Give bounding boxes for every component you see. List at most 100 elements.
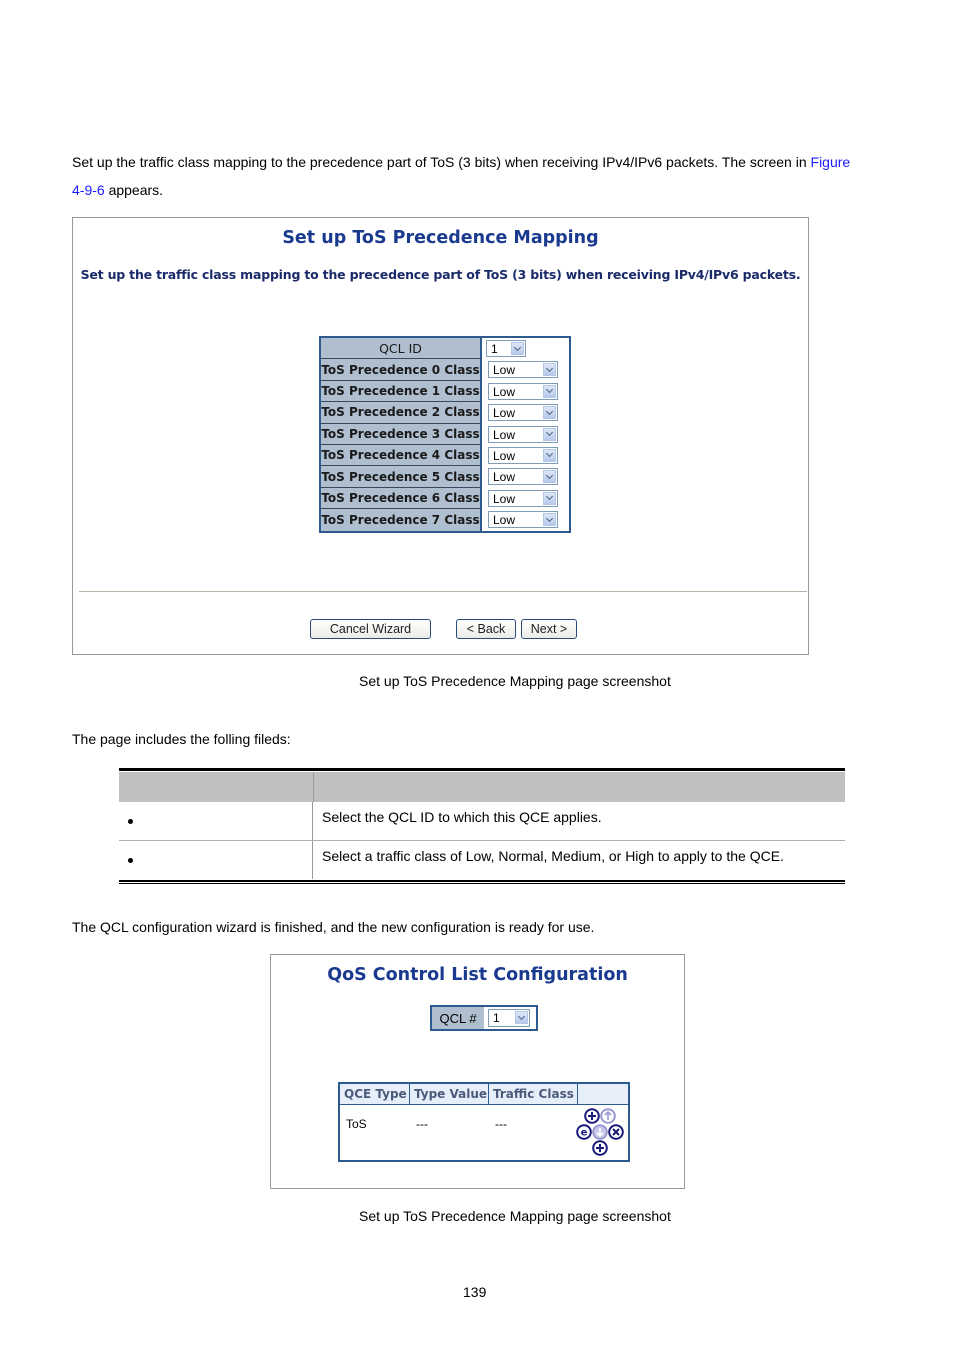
qcl-page-title: QoS Control List Configuration <box>327 965 628 985</box>
qcl-number-value: 1 <box>493 1011 500 1025</box>
class-value: Low <box>493 363 516 378</box>
add-icon[interactable] <box>592 1140 608 1156</box>
tos-class-label: ToS Precedence 2 Class <box>321 402 482 424</box>
class-value: Low <box>493 384 516 399</box>
qcl-id-row: QCL ID 1 <box>321 338 569 360</box>
intro-text-after: appears. <box>104 182 164 198</box>
table-row: Select a traffic class of Low, Normal, M… <box>119 841 845 879</box>
tos-mapping-table: QCL ID 1 ToS Precedence 0 Class Low ToS … <box>319 336 571 533</box>
col-qce-type: QCE Type <box>340 1084 410 1104</box>
traffic-class-cell: --- <box>495 1117 507 1131</box>
qce-type-cell: ToS <box>346 1117 367 1131</box>
chevron-down-icon <box>543 384 556 398</box>
col-type-value: Type Value <box>410 1084 489 1104</box>
table-bottom-rule <box>119 883 845 884</box>
chevron-down-icon <box>543 513 556 527</box>
class-value: Low <box>493 470 516 485</box>
header-object <box>119 772 314 802</box>
tos-0-class-select[interactable]: Low <box>488 361 558 379</box>
qce-table: QCE Type Type Value Traffic Class ToS --… <box>338 1082 630 1162</box>
qcl-number-selector: QCL # 1 <box>430 1005 538 1031</box>
tos-class-label: ToS Precedence 0 Class <box>321 359 482 381</box>
tos-2-class-select[interactable]: Low <box>488 404 558 422</box>
table-row: ToS --- --- e <box>340 1105 628 1159</box>
tos-class-row: ToS Precedence 6 Class Low <box>321 487 569 510</box>
class-value: Low <box>493 427 516 442</box>
chevron-down-icon <box>543 448 556 462</box>
col-traffic-class: Traffic Class <box>489 1084 578 1104</box>
row-description: Select a traffic class of Low, Normal, M… <box>322 848 784 864</box>
tos-3-class-select[interactable]: Low <box>488 425 558 443</box>
tos-class-row: ToS Precedence 4 Class Low <box>321 444 569 467</box>
cancel-wizard-button[interactable]: Cancel Wizard <box>310 619 431 639</box>
tos-class-label: ToS Precedence 5 Class <box>321 466 482 488</box>
page-title: Set up ToS Precedence Mapping <box>282 228 599 248</box>
next-button[interactable]: Next > <box>521 619 577 639</box>
chevron-down-icon <box>543 470 556 484</box>
delete-icon[interactable] <box>608 1124 624 1140</box>
table-row: Select the QCL ID to which this QCE appl… <box>119 802 845 841</box>
tos-class-label: ToS Precedence 3 Class <box>321 423 482 445</box>
fields-table: Select the QCL ID to which this QCE appl… <box>119 768 845 884</box>
table-bottom-rule <box>119 880 845 882</box>
tos-class-row: ToS Precedence 7 Class Low <box>321 509 569 531</box>
bullet-icon <box>128 858 133 863</box>
qos-control-list-screenshot: QoS Control List Configuration QCL # 1 Q… <box>270 954 685 1189</box>
tos-6-class-select[interactable]: Low <box>488 489 558 507</box>
col-actions <box>578 1084 628 1104</box>
tos-5-class-select[interactable]: Low <box>488 468 558 486</box>
tos-class-label: ToS Precedence 4 Class <box>321 444 482 467</box>
tos-7-class-select[interactable]: Low <box>488 511 558 529</box>
page-description: Set up the traffic class mapping to the … <box>80 267 801 282</box>
figure-caption: Set up ToS Precedence Mapping page scree… <box>359 1208 671 1224</box>
divider <box>79 591 807 592</box>
tos-class-row: ToS Precedence 2 Class Low <box>321 402 569 424</box>
tos-class-label: ToS Precedence 7 Class <box>321 509 482 531</box>
qcl-id-select[interactable]: 1 <box>486 340 526 357</box>
tos-class-label: ToS Precedence 1 Class <box>321 380 482 403</box>
class-value: Low <box>493 513 516 528</box>
edit-icon[interactable]: e <box>576 1124 592 1140</box>
qcl-id-value: 1 <box>491 342 498 356</box>
class-value: Low <box>493 406 516 421</box>
tos-class-row: ToS Precedence 3 Class Low <box>321 423 569 445</box>
intro-text: Set up the traffic class mapping to the … <box>72 154 811 170</box>
type-value-cell: --- <box>416 1117 428 1131</box>
figure-link-number[interactable]: 4-9-6 <box>72 182 105 198</box>
chevron-down-icon <box>543 491 556 505</box>
move-up-icon[interactable] <box>600 1108 616 1124</box>
intro-paragraph: Set up the traffic class mapping to the … <box>72 148 892 204</box>
qce-table-header: QCE Type Type Value Traffic Class <box>340 1084 628 1105</box>
page-number: 139 <box>463 1284 487 1300</box>
tos-class-label: ToS Precedence 6 Class <box>321 487 482 510</box>
figure-link[interactable]: Figure <box>811 154 851 170</box>
tos-precedence-mapping-screenshot: Set up ToS Precedence Mapping Set up the… <box>72 217 809 655</box>
row-object <box>119 841 313 879</box>
qcl-id-label: QCL ID <box>321 338 482 360</box>
svg-text:e: e <box>581 1128 588 1139</box>
tos-class-row: ToS Precedence 1 Class Low <box>321 380 569 403</box>
chevron-down-icon <box>543 406 556 420</box>
chevron-down-icon <box>543 427 556 441</box>
bullet-icon <box>128 819 133 824</box>
tos-class-row: ToS Precedence 5 Class Low <box>321 466 569 488</box>
back-button[interactable]: < Back <box>456 619 516 639</box>
row-description: Select the QCL ID to which this QCE appl… <box>322 809 602 825</box>
insert-icon[interactable] <box>584 1108 600 1124</box>
table-header <box>119 771 845 802</box>
row-object <box>119 802 313 840</box>
chevron-down-icon <box>543 363 556 377</box>
chevron-down-icon <box>511 342 524 355</box>
tos-4-class-select[interactable]: Low <box>488 446 558 464</box>
fields-intro: The page includes the folling fileds: <box>72 731 291 747</box>
tos-1-class-select[interactable]: Low <box>488 382 558 400</box>
qcl-number-select[interactable]: 1 <box>488 1009 530 1027</box>
figure-caption: Set up ToS Precedence Mapping page scree… <box>359 673 671 689</box>
move-down-icon[interactable] <box>592 1124 608 1140</box>
qcl-number-label: QCL # <box>432 1007 484 1029</box>
chevron-down-icon <box>515 1011 528 1024</box>
tos-class-row: ToS Precedence 0 Class Low <box>321 359 569 381</box>
class-value: Low <box>493 491 516 506</box>
finish-text: The QCL configuration wizard is finished… <box>72 919 595 935</box>
class-value: Low <box>493 448 516 463</box>
